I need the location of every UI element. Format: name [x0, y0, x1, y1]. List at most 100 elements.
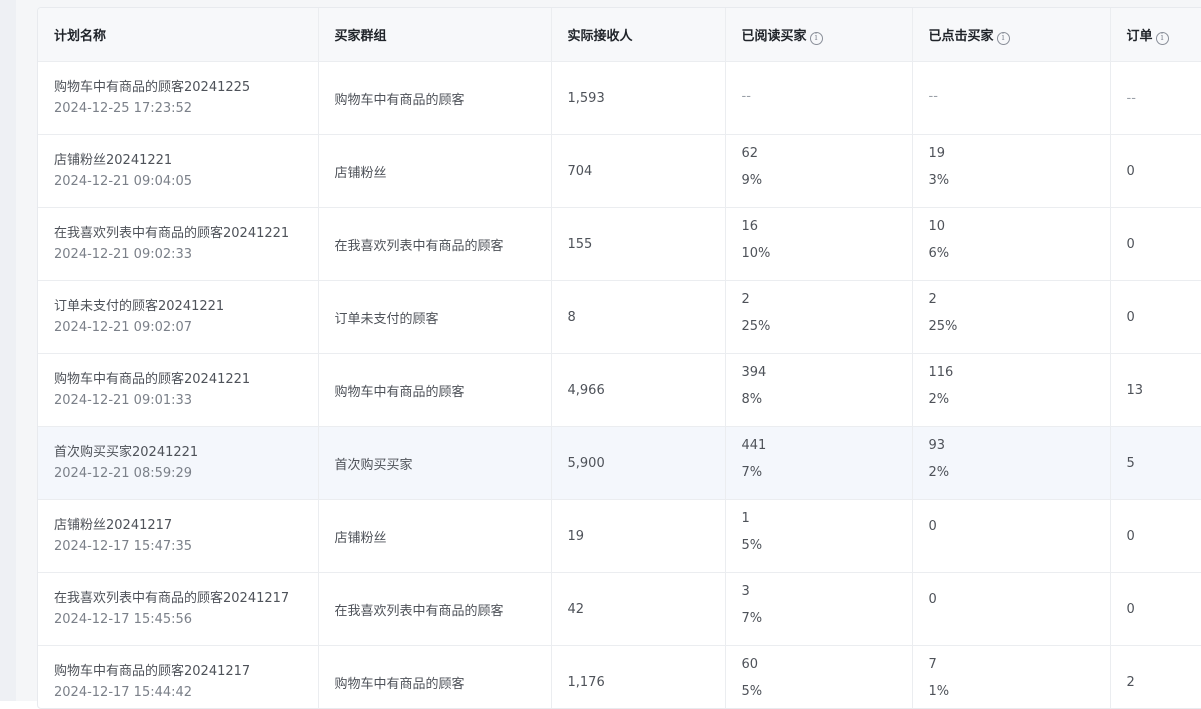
- receivers-count: 8: [568, 310, 576, 325]
- plan-name-cell[interactable]: 在我喜欢列表中有商品的顾客202412212024-12-21 09:02:33: [38, 208, 318, 281]
- clicked-buyers-percent: 6%: [929, 245, 1110, 263]
- clicked-buyers-cell: 932%: [912, 427, 1110, 500]
- left-sidebar-edge: [0, 0, 16, 701]
- orders-cell: 5: [1110, 427, 1201, 500]
- table-header-row: 计划名称买家群组实际接收人已阅读买家i已点击买家i订单i: [38, 8, 1201, 62]
- table-row[interactable]: 购物车中有商品的顾客202412252024-12-25 17:23:52购物车…: [38, 62, 1201, 135]
- buyer-group: 首次购买买家: [335, 458, 413, 473]
- orders-count: 0: [1127, 529, 1135, 544]
- read-buyers-count: 1: [742, 510, 912, 528]
- read-buyers-cell: 4417%: [725, 427, 912, 500]
- content-panel: 计划名称买家群组实际接收人已阅读买家i已点击买家i订单i 购物车中有商品的顾客2…: [16, 0, 1201, 701]
- buyer-group-cell: 在我喜欢列表中有商品的顾客: [318, 208, 551, 281]
- plan-name[interactable]: 订单未支付的顾客20241221: [54, 297, 318, 317]
- table-row[interactable]: 在我喜欢列表中有商品的顾客202412172024-12-17 15:45:56…: [38, 573, 1201, 646]
- orders-cell: 2: [1110, 646, 1201, 709]
- column-header-label: 已点击买家: [929, 29, 994, 44]
- buyer-group: 购物车中有商品的顾客: [335, 385, 465, 400]
- orders-count: 5: [1127, 456, 1135, 471]
- read-buyers-cell: 37%: [725, 573, 912, 646]
- clicked-buyers-cell: 0: [912, 500, 1110, 573]
- table-row[interactable]: 在我喜欢列表中有商品的顾客202412212024-12-21 09:02:33…: [38, 208, 1201, 281]
- buyer-group: 店铺粉丝: [335, 166, 387, 181]
- table-row[interactable]: 购物车中有商品的顾客202412172024-12-17 15:44:42购物车…: [38, 646, 1201, 709]
- read-buyers-count: --: [742, 89, 912, 104]
- orders-count: 0: [1127, 164, 1135, 179]
- table-row[interactable]: 店铺粉丝202412172024-12-17 15:47:35店铺粉丝 19 1 5%…: [38, 500, 1201, 573]
- clicked-buyers-count: 116: [929, 364, 1110, 382]
- column-header-clicked-buyers[interactable]: 已点击买家i: [912, 8, 1110, 62]
- clicked-buyers-cell: 225%: [912, 281, 1110, 354]
- plan-name-cell[interactable]: 店铺粉丝202412172024-12-17 15:47:35: [38, 500, 318, 573]
- receivers-cell: 19: [551, 500, 725, 573]
- orders-count: --: [1127, 91, 1136, 106]
- column-header-label: 买家群组: [335, 29, 387, 44]
- receivers-cell: 8: [551, 281, 725, 354]
- column-header-label: 已阅读买家: [742, 29, 807, 44]
- info-icon[interactable]: i: [997, 32, 1010, 45]
- orders-cell: 0: [1110, 208, 1201, 281]
- plan-name-cell[interactable]: 购物车中有商品的顾客202412212024-12-21 09:01:33: [38, 354, 318, 427]
- receivers-cell: 1,593: [551, 62, 725, 135]
- buyer-group: 购物车中有商品的顾客: [335, 677, 465, 692]
- table-row[interactable]: 首次购买买家202412212024-12-21 08:59:29 首次购买买家 5…: [38, 427, 1201, 500]
- read-buyers-percent: 8%: [742, 391, 912, 409]
- plan-created-time: 2024-12-25 17:23:52: [54, 99, 318, 119]
- orders-cell: 0: [1110, 573, 1201, 646]
- read-buyers-cell: 1 5%: [725, 500, 912, 573]
- read-buyers-percent: 25%: [742, 318, 912, 336]
- column-header-buyer-group[interactable]: 买家群组: [318, 8, 551, 62]
- receivers-count: 5,900: [568, 456, 605, 471]
- buyer-group: 订单未支付的顾客: [335, 312, 439, 327]
- plan-name-cell[interactable]: 购物车中有商品的顾客202412252024-12-25 17:23:52: [38, 62, 318, 135]
- table-row[interactable]: 购物车中有商品的顾客202412212024-12-21 09:01:33购物车…: [38, 354, 1201, 427]
- plan-created-time: 2024-12-17 15:44:42: [54, 683, 318, 703]
- table-row[interactable]: 店铺粉丝202412212024-12-21 09:04:05 店铺粉丝 704 62…: [38, 135, 1201, 208]
- plan-name[interactable]: 店铺粉丝20241217: [54, 516, 318, 536]
- clicked-buyers-percent: 3%: [929, 172, 1110, 190]
- info-icon[interactable]: i: [810, 32, 823, 45]
- read-buyers-count: 394: [742, 364, 912, 382]
- plan-name[interactable]: 在我喜欢列表中有商品的顾客20241217: [54, 589, 318, 609]
- buyer-group-cell: 订单未支付的顾客: [318, 281, 551, 354]
- clicked-buyers-count: 93: [929, 437, 1110, 455]
- read-buyers-count: 3: [742, 583, 912, 601]
- read-buyers-count: 16: [742, 218, 912, 236]
- column-header-label: 订单: [1127, 29, 1153, 44]
- read-buyers-percent: 5%: [742, 537, 912, 555]
- plan-name-cell[interactable]: 在我喜欢列表中有商品的顾客202412172024-12-17 15:45:56: [38, 573, 318, 646]
- column-header-orders[interactable]: 订单i: [1110, 8, 1201, 62]
- receivers-count: 704: [568, 164, 593, 179]
- plan-name-cell[interactable]: 店铺粉丝202412212024-12-21 09:04:05: [38, 135, 318, 208]
- column-header-read-buyers[interactable]: 已阅读买家i: [725, 8, 912, 62]
- read-buyers-percent: 10%: [742, 245, 912, 263]
- plan-name[interactable]: 购物车中有商品的顾客20241217: [54, 662, 318, 682]
- plan-name[interactable]: 购物车中有商品的顾客20241225: [54, 78, 318, 98]
- plan-name[interactable]: 购物车中有商品的顾客20241221: [54, 370, 318, 390]
- column-header-plan-name[interactable]: 计划名称: [38, 8, 318, 62]
- orders-cell: 13: [1110, 354, 1201, 427]
- buyer-group-cell: 店铺粉丝: [318, 135, 551, 208]
- column-header-actual-receivers[interactable]: 实际接收人: [551, 8, 725, 62]
- receivers-count: 19: [568, 529, 585, 544]
- table-body: 购物车中有商品的顾客202412252024-12-25 17:23:52购物车…: [38, 62, 1201, 709]
- table-header: 计划名称买家群组实际接收人已阅读买家i已点击买家i订单i: [38, 8, 1201, 62]
- plan-name-cell[interactable]: 订单未支付的顾客202412212024-12-21 09:02:07: [38, 281, 318, 354]
- info-icon[interactable]: i: [1156, 32, 1169, 45]
- buyer-group: 在我喜欢列表中有商品的顾客: [335, 604, 504, 619]
- read-buyers-count: 62: [742, 145, 912, 163]
- plan-name[interactable]: 在我喜欢列表中有商品的顾客20241221: [54, 224, 318, 244]
- buyer-group-cell: 店铺粉丝: [318, 500, 551, 573]
- receivers-cell: 155: [551, 208, 725, 281]
- clicked-buyers-count: 0: [929, 518, 1110, 536]
- table-row[interactable]: 订单未支付的顾客202412212024-12-21 09:02:07订单未支付…: [38, 281, 1201, 354]
- plan-name-cell[interactable]: 购物车中有商品的顾客202412172024-12-17 15:44:42: [38, 646, 318, 709]
- buyer-group: 在我喜欢列表中有商品的顾客: [335, 239, 504, 254]
- receivers-count: 155: [568, 237, 593, 252]
- plan-name[interactable]: 店铺粉丝20241221: [54, 151, 318, 171]
- plan-name-cell[interactable]: 首次购买买家202412212024-12-21 08:59:29: [38, 427, 318, 500]
- plan-created-time: 2024-12-21 09:02:33: [54, 245, 318, 265]
- orders-count: 2: [1127, 675, 1135, 690]
- plan-name[interactable]: 首次购买买家20241221: [54, 443, 318, 463]
- read-buyers-count: 60: [742, 656, 912, 674]
